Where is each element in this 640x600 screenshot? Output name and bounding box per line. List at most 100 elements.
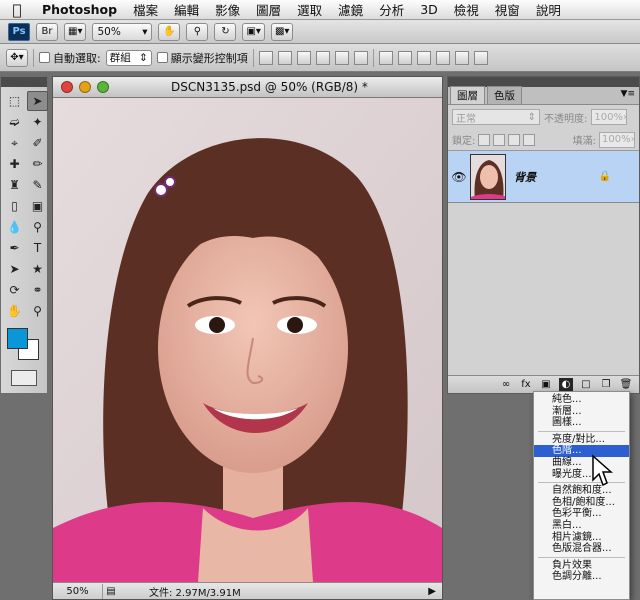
lock-pixels-icon[interactable] bbox=[493, 133, 506, 146]
new-adjustment-layer-icon[interactable]: ◐ bbox=[559, 378, 573, 391]
menu-item-color-balance[interactable]: 色彩平衡... bbox=[534, 508, 629, 520]
eraser-tool-icon[interactable]: ▯ bbox=[4, 196, 25, 216]
layer-row-background[interactable]: 👁 背景 🔒 bbox=[448, 151, 639, 203]
add-mask-icon[interactable]: ▣ bbox=[539, 378, 553, 391]
distribute-bottom-button[interactable] bbox=[416, 50, 431, 65]
opacity-field[interactable]: 100% › bbox=[591, 109, 628, 125]
menu-analysis[interactable]: 分析 bbox=[371, 0, 412, 19]
foreground-color-swatch[interactable] bbox=[7, 328, 28, 349]
hand-tool-button[interactable]: ✋ bbox=[158, 22, 181, 41]
menu-filter[interactable]: 濾鏡 bbox=[330, 0, 371, 19]
zoom-tool-icon[interactable]: ⚲ bbox=[27, 301, 48, 321]
status-zoom-field[interactable]: 50% bbox=[53, 583, 103, 599]
show-transform-option[interactable]: 顯示變形控制項 bbox=[156, 50, 248, 66]
hand-tool-icon[interactable]: ✋ bbox=[4, 301, 25, 321]
menu-item-black-white[interactable]: 黑白... bbox=[534, 520, 629, 532]
align-bottom-button[interactable] bbox=[296, 50, 311, 65]
bridge-button[interactable]: Br bbox=[36, 22, 58, 41]
zoom-window-button[interactable] bbox=[97, 81, 109, 93]
menu-window[interactable]: 視窗 bbox=[487, 0, 528, 19]
menu-item-gradient[interactable]: 漸層... bbox=[534, 406, 629, 418]
fill-field[interactable]: 100% › bbox=[599, 131, 635, 148]
lock-position-icon[interactable] bbox=[508, 133, 521, 146]
auto-select-checkbox[interactable] bbox=[39, 52, 50, 63]
lock-all-icon[interactable] bbox=[523, 133, 536, 146]
view-extras-button[interactable]: ▦▾ bbox=[64, 22, 87, 41]
new-group-icon[interactable]: □ bbox=[579, 378, 593, 391]
screen-mode-button[interactable]: ▩▾ bbox=[270, 22, 294, 41]
export-icon[interactable]: ▤ bbox=[103, 586, 119, 597]
lasso-tool-icon[interactable]: ➫ bbox=[4, 112, 25, 132]
move-tool-preset[interactable]: ✥▾ bbox=[6, 48, 28, 67]
history-brush-tool-icon[interactable]: ✎ bbox=[27, 175, 48, 195]
gradient-tool-icon[interactable]: ▣ bbox=[27, 196, 48, 216]
document-title-bar[interactable]: DSCN3135.psd @ 50% (RGB/8) * bbox=[53, 77, 442, 98]
align-top-button[interactable] bbox=[258, 50, 273, 65]
3d-rotate-tool-icon[interactable]: ⟳ bbox=[4, 280, 25, 300]
healing-brush-tool-icon[interactable]: ✚ bbox=[4, 154, 25, 174]
menu-help[interactable]: 說明 bbox=[528, 0, 569, 19]
tab-channels[interactable]: 色版 bbox=[487, 86, 522, 104]
menu-file[interactable]: 檔案 bbox=[125, 0, 166, 19]
menu-app[interactable]: Photoshop bbox=[34, 2, 125, 17]
status-menu-arrow-icon[interactable]: ▶ bbox=[428, 586, 436, 597]
menu-item-pattern[interactable]: 圖樣... bbox=[534, 417, 629, 429]
quick-mask-button[interactable] bbox=[11, 370, 37, 386]
trash-icon[interactable]: 🗑 bbox=[619, 378, 633, 391]
move-tool-icon[interactable]: ➤ bbox=[27, 91, 48, 111]
menu-layer[interactable]: 圖層 bbox=[248, 0, 289, 19]
menu-edit[interactable]: 編輯 bbox=[166, 0, 207, 19]
clone-stamp-tool-icon[interactable]: ♜ bbox=[4, 175, 25, 195]
image-canvas[interactable] bbox=[53, 98, 442, 582]
distribute-right-button[interactable] bbox=[473, 50, 488, 65]
menu-item-invert[interactable]: 負片效果 bbox=[534, 560, 629, 572]
align-hcenter-button[interactable] bbox=[334, 50, 349, 65]
distribute-vcenter-button[interactable] bbox=[397, 50, 412, 65]
dodge-tool-icon[interactable]: ⚲ bbox=[27, 217, 48, 237]
lock-transparency-icon[interactable] bbox=[478, 133, 491, 146]
menu-3d[interactable]: 3D bbox=[412, 2, 446, 17]
auto-select-option[interactable]: 自動選取: bbox=[39, 50, 101, 66]
menu-item-levels[interactable]: 色階... bbox=[534, 445, 629, 457]
menu-item-photo-filter[interactable]: 相片濾鏡... bbox=[534, 532, 629, 544]
visibility-eye-icon[interactable]: 👁 bbox=[448, 170, 470, 184]
blend-mode-select[interactable]: 正常 ⇕ bbox=[452, 109, 540, 125]
close-window-button[interactable] bbox=[61, 81, 73, 93]
shape-tool-icon[interactable]: ★ bbox=[27, 259, 48, 279]
distribute-hcenter-button[interactable] bbox=[454, 50, 469, 65]
new-layer-icon[interactable]: ❐ bbox=[599, 378, 613, 391]
marquee-tool-icon[interactable]: ⬚ bbox=[4, 91, 25, 111]
3d-orbit-tool-icon[interactable]: ⚭ bbox=[27, 280, 48, 300]
distribute-top-button[interactable] bbox=[378, 50, 393, 65]
tab-layers[interactable]: 圖層 bbox=[450, 86, 485, 104]
layer-style-icon[interactable]: fx bbox=[519, 378, 533, 391]
tools-panel-header[interactable] bbox=[1, 77, 47, 87]
menu-view[interactable]: 檢視 bbox=[446, 0, 487, 19]
eyedropper-tool-icon[interactable]: ✐ bbox=[27, 133, 48, 153]
menu-item-brightness-contrast[interactable]: 亮度/對比... bbox=[534, 434, 629, 446]
type-tool-icon[interactable]: T bbox=[27, 238, 48, 258]
link-layers-icon[interactable]: ∞ bbox=[499, 378, 513, 391]
minimize-window-button[interactable] bbox=[79, 81, 91, 93]
align-left-button[interactable] bbox=[315, 50, 330, 65]
rotate-view-button[interactable]: ↻ bbox=[214, 22, 237, 41]
magic-wand-tool-icon[interactable]: ✦ bbox=[27, 112, 48, 132]
align-right-button[interactable] bbox=[353, 50, 368, 65]
pen-tool-icon[interactable]: ✒ bbox=[4, 238, 25, 258]
zoom-level-select[interactable]: 50% ▾ bbox=[92, 22, 153, 41]
menu-select[interactable]: 選取 bbox=[289, 0, 330, 19]
menu-item-posterize[interactable]: 色調分離... bbox=[534, 571, 629, 583]
brush-tool-icon[interactable]: ✏ bbox=[27, 154, 48, 174]
zoom-tool-button[interactable]: ⚲ bbox=[186, 22, 209, 41]
panel-menu-icon[interactable]: ▼≡ bbox=[621, 89, 635, 99]
menu-item-vibrance[interactable]: 自然飽和度... bbox=[534, 485, 629, 497]
auto-select-target-select[interactable]: 群組 ⇕ bbox=[105, 49, 152, 66]
menu-item-solid-color[interactable]: 純色... bbox=[534, 394, 629, 406]
apple-menu-icon[interactable]:  bbox=[0, 1, 34, 19]
path-selection-tool-icon[interactable]: ➤ bbox=[4, 259, 25, 279]
menu-item-curves[interactable]: 曲線... bbox=[534, 457, 629, 469]
menu-item-channel-mixer[interactable]: 色版混合器... bbox=[534, 543, 629, 555]
crop-tool-icon[interactable]: ⌖ bbox=[4, 133, 25, 153]
menu-item-hue-saturation[interactable]: 色相/飽和度... bbox=[534, 497, 629, 509]
distribute-left-button[interactable] bbox=[435, 50, 450, 65]
